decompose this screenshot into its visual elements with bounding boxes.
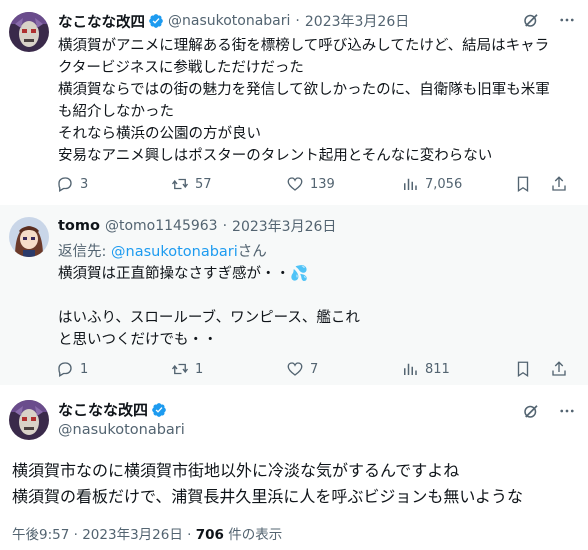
retweet-button[interactable]: 1 (171, 360, 286, 378)
bookmark-icon[interactable] (514, 360, 532, 378)
display-name[interactable]: tomo (58, 218, 100, 234)
heart-icon (287, 177, 303, 191)
tweet-focal: なこなな改四 @nasukotonabari 横須賀市なのに横須賀市街地以外に冷… (0, 385, 588, 550)
verified-badge-icon (151, 402, 167, 418)
tweet-date[interactable]: 2023年3月26日 (232, 216, 336, 236)
more-options-icon[interactable] (558, 11, 576, 29)
retweet-icon (171, 363, 189, 375)
more-options-icon[interactable] (558, 402, 576, 420)
analytics-icon (404, 178, 417, 190)
reply-suffix: さん (237, 244, 267, 260)
views-button[interactable]: 7,056 (401, 175, 516, 193)
view-count: 7,056 (425, 176, 463, 192)
grok-icon[interactable] (522, 11, 540, 29)
tweet-line: はいふり、スロールーブ、ワンピース、艦これ (58, 310, 360, 326)
tweet-reply[interactable]: tomo @tomo1145963 · 2023年3月26日 返信先: @nas… (0, 205, 588, 385)
like-count: 139 (310, 176, 335, 192)
tweet-line: それなら横浜の公園の方が良い (58, 126, 261, 142)
tweet-line: と思いつくだけでも・・ (58, 332, 218, 348)
like-button[interactable]: 7 (286, 360, 401, 378)
view-count: 706 (195, 527, 224, 543)
reply-count: 3 (80, 176, 89, 192)
retweet-count: 1 (195, 361, 204, 377)
reply-button[interactable]: 3 (56, 175, 171, 193)
avatar[interactable] (9, 12, 49, 52)
display-name[interactable]: なこなな改四 (58, 400, 185, 420)
separator-dot: · (222, 218, 228, 234)
tweet-line: 横須賀ならではの街の魅力を発信して欲しかったのに、自衛隊も旧軍も米軍 (58, 82, 550, 98)
tweet-parent[interactable]: なこなな改四 @nasukotonabari · 2023年3月26日 横須賀が… (0, 0, 588, 205)
share-icon[interactable] (550, 175, 568, 193)
separator-dot: · (187, 527, 192, 543)
retweet-count: 57 (195, 176, 212, 192)
tweet-line: 横須賀市なのに横須賀市街地以外に冷淡な気がするんですよね (12, 461, 460, 480)
tweet-line: 横須賀がアニメに理解ある街を標榜して呼び込みしてたけど、結局はキャラ (58, 38, 550, 54)
user-handle[interactable]: @nasukotonabari (58, 420, 185, 440)
separator-dot: · (295, 13, 300, 29)
like-count: 7 (310, 361, 319, 377)
tweet-text: 返信先: @nasukotonabariさん 横須賀は正直節操なさすぎ感が・・💦… (58, 241, 574, 351)
tweet-line (58, 285, 574, 307)
avatar[interactable] (9, 217, 49, 257)
retweet-button[interactable]: 57 (171, 175, 286, 193)
tweet-time[interactable]: 午後9:57 (12, 527, 69, 543)
reply-button[interactable]: 1 (56, 360, 171, 378)
tweet-line: も紹介しなかった (58, 104, 174, 120)
tweet-line: クタービジネスに参戦しただけだった (58, 60, 304, 76)
display-name-text: なこなな改四 (58, 401, 149, 419)
views-label: 件の表示 (223, 527, 283, 543)
user-handle[interactable]: @tomo1145963 (105, 218, 218, 234)
tweet-line: 横須賀は正直節操なさすぎ感が・・💦 (58, 266, 309, 282)
analytics-icon (404, 363, 417, 375)
tweet-date[interactable]: 2023年3月26日 (82, 527, 183, 543)
separator-dot: · (73, 527, 78, 543)
tweet-meta: 午後9:57 · 2023年3月26日 · 706 件の表示 (12, 523, 282, 543)
user-handle[interactable]: @nasukotonabari (168, 13, 290, 29)
tweet-text: 横須賀がアニメに理解ある街を標榜して呼び込みしてたけど、結局はキャラ クタービジ… (58, 35, 574, 167)
verified-badge-icon (148, 13, 164, 29)
avatar[interactable] (9, 400, 49, 440)
reply-count: 1 (80, 361, 89, 377)
views-button[interactable]: 811 (401, 360, 516, 378)
tweet-line: 安易なアニメ興しはポスターのタレント起用とそんなに変わらない (58, 148, 493, 164)
reply-context: 返信先: @nasukotonabariさん (58, 241, 574, 263)
reply-icon (58, 362, 72, 377)
action-bar: 3 57 139 7,056 (56, 173, 578, 195)
tweet-text: 横須賀市なのに横須賀市街地以外に冷淡な気がするんですよね 横須賀の看板だけで、浦… (12, 458, 574, 510)
retweet-icon (171, 178, 189, 190)
share-icon[interactable] (550, 360, 568, 378)
reply-icon (58, 177, 72, 192)
action-bar: 1 1 7 811 (56, 358, 578, 380)
heart-icon (287, 362, 303, 376)
view-count: 811 (425, 361, 450, 377)
reply-mention-link[interactable]: @nasukotonabari (111, 244, 238, 260)
reply-prefix: 返信先: (58, 244, 111, 260)
tweet-line: 横須賀の看板だけで、浦賀長井久里浜に人を呼ぶビジョンも無いような (12, 487, 524, 506)
bookmark-icon[interactable] (514, 175, 532, 193)
tweet-date[interactable]: 2023年3月26日 (305, 11, 409, 31)
display-name[interactable]: なこなな改四 (58, 11, 145, 32)
grok-icon[interactable] (522, 402, 540, 420)
like-button[interactable]: 139 (286, 175, 401, 193)
